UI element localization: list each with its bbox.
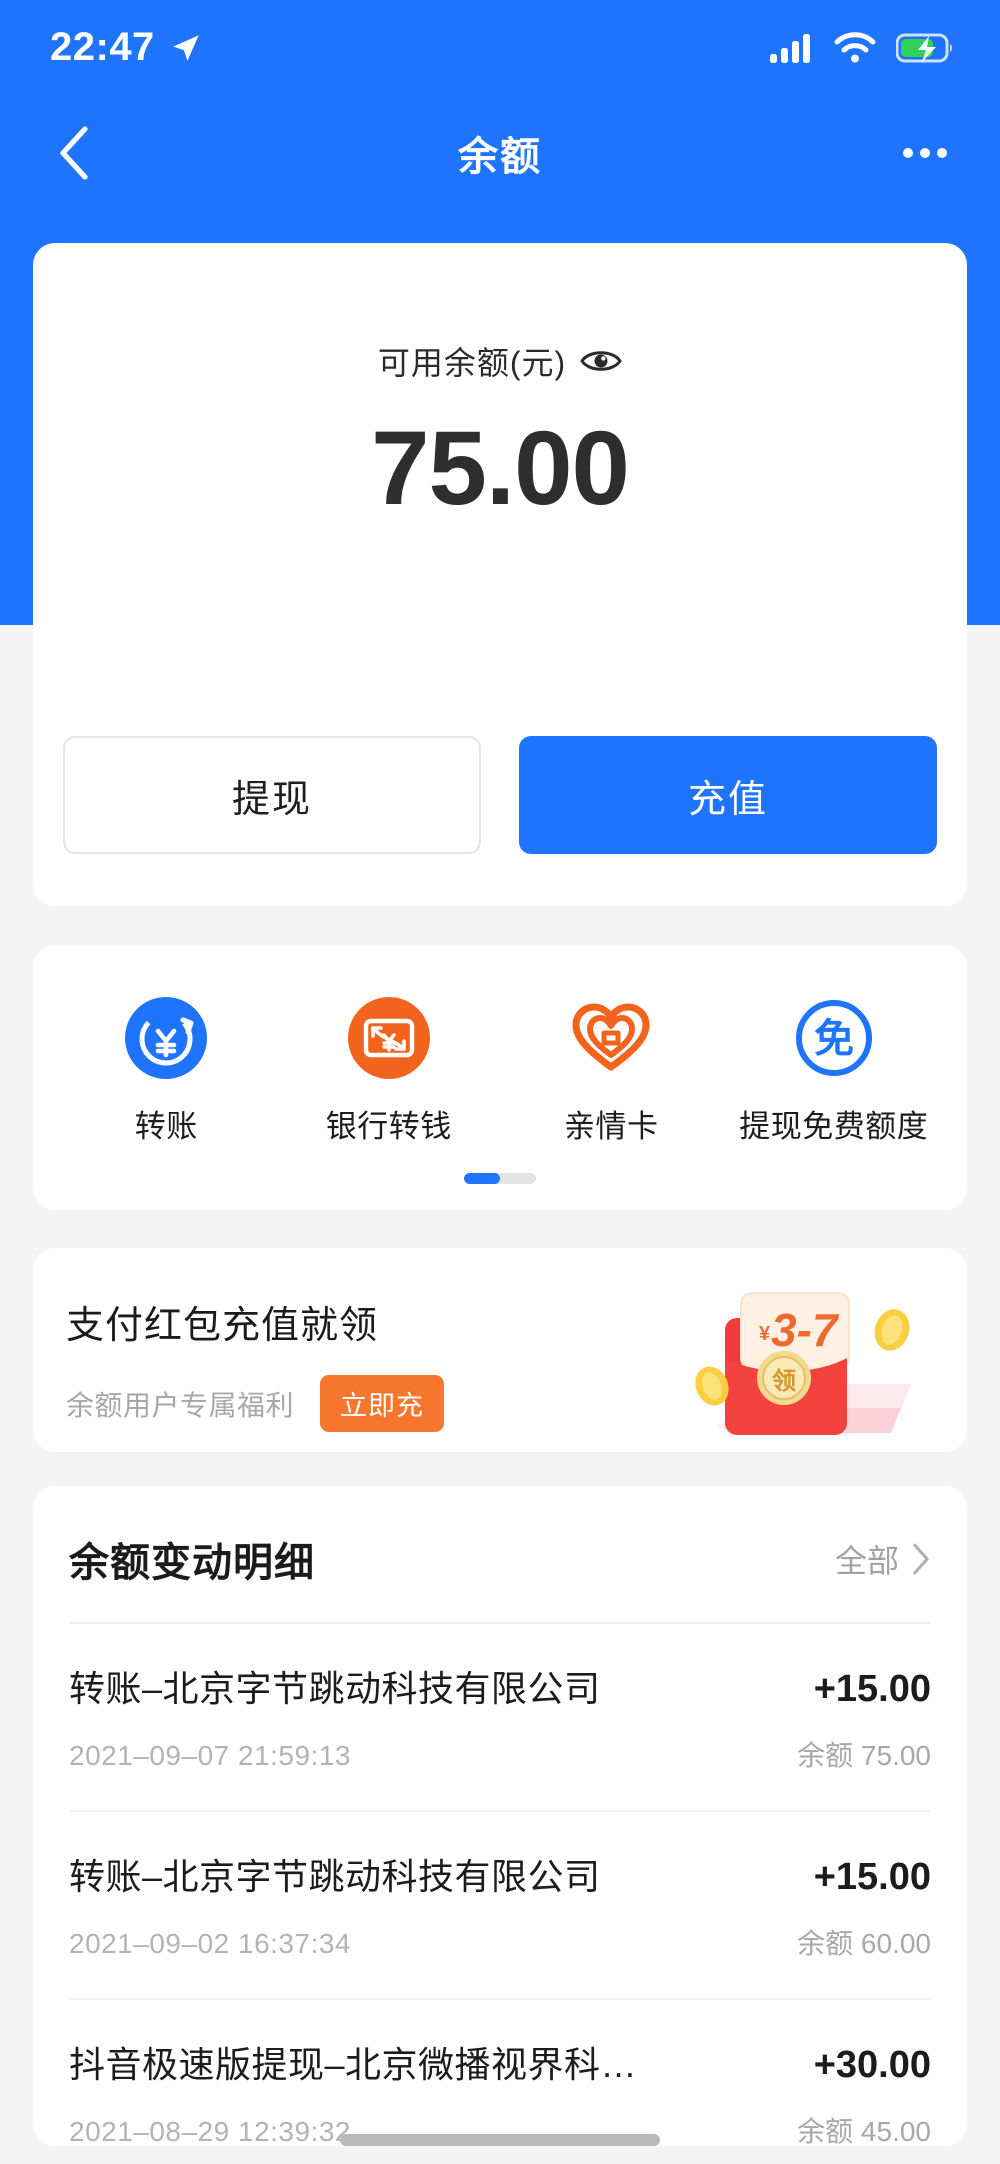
page-title: 余额 bbox=[458, 134, 542, 179]
table-row[interactable]: 抖音极速版提现–北京微播视界科… +30.00 2021–08–29 12:39… bbox=[69, 2000, 931, 2150]
transactions-title: 余额变动明细 bbox=[69, 1541, 315, 1585]
quick-action-free-quota[interactable]: 免 提现免费额度 bbox=[739, 995, 929, 1146]
svg-text:¥: ¥ bbox=[759, 1323, 771, 1345]
pager-active-indicator bbox=[464, 1173, 500, 1184]
transaction-name: 抖音极速版提现–北京微播视界科… bbox=[69, 2044, 638, 2085]
transaction-secondary-line: 2021–09–07 21:59:13 余额 75.00 bbox=[69, 1734, 931, 1774]
promo-subtitle-row: 余额用户专属福利 立即充 bbox=[66, 1375, 445, 1432]
quick-action-label: 银行转钱 bbox=[325, 1109, 452, 1144]
yuan-transfer-circle-icon bbox=[125, 997, 208, 1079]
navigation-bar: 余额 bbox=[0, 105, 1000, 200]
red-envelope-icon: ¥ 3-7 领 bbox=[695, 1292, 911, 1435]
balance-after-value: 45.00 bbox=[860, 2116, 931, 2147]
balance-screen: 22:47 余额 可用余额(元) 75.00 提现 充值 转账 银行转钱 亲情卡… bbox=[0, 0, 1000, 2164]
status-clock: 22:47 bbox=[50, 25, 155, 69]
balance-label-row: 可用余额(元) bbox=[33, 338, 967, 384]
transaction-name: 转账–北京字节跳动科技有限公司 bbox=[69, 1856, 601, 1897]
promo-art-amount: 3-7 bbox=[771, 1304, 840, 1356]
transactions-card: 余额变动明细 全部 转账–北京字节跳动科技有限公司 +15.00 2021–09… bbox=[33, 1486, 967, 2147]
wifi-icon bbox=[834, 31, 876, 62]
chevron-right-icon bbox=[913, 1543, 929, 1575]
promo-text-block: 支付红包充值就领 余额用户专属福利 立即充 bbox=[66, 1294, 445, 1432]
more-horizontal-icon bbox=[937, 147, 947, 158]
balance-after-value: 60.00 bbox=[860, 1928, 931, 1959]
signal-bars-icon bbox=[770, 33, 810, 63]
view-all-button[interactable]: 全部 bbox=[835, 1536, 931, 1582]
quick-action-label: 亲情卡 bbox=[564, 1109, 659, 1144]
status-bar: 22:47 bbox=[0, 0, 1000, 95]
balance-prefix-label: 余额 bbox=[797, 1928, 854, 1959]
transaction-amount: +15.00 bbox=[813, 1856, 931, 1898]
transaction-datetime: 2021–08–29 12:39:32 bbox=[69, 2116, 351, 2147]
battery-charging-icon bbox=[896, 33, 952, 62]
transaction-secondary-line: 2021–09–02 16:37:34 余额 60.00 bbox=[69, 1922, 931, 1962]
eye-visible-icon[interactable] bbox=[580, 346, 622, 376]
transactions-list: 转账–北京字节跳动科技有限公司 +15.00 2021–09–07 21:59:… bbox=[33, 1624, 967, 2150]
quick-action-label: 转账 bbox=[134, 1109, 198, 1144]
back-button[interactable] bbox=[40, 118, 110, 188]
table-row[interactable]: 转账–北京字节跳动科技有限公司 +15.00 2021–09–07 21:59:… bbox=[69, 1624, 931, 1812]
promo-subtitle: 余额用户专属福利 bbox=[66, 1389, 295, 1421]
status-bar-left: 22:47 bbox=[50, 25, 203, 70]
transaction-primary-line: 抖音极速版提现–北京微播视界科… +30.00 bbox=[69, 2036, 931, 2088]
svg-text:领: 领 bbox=[772, 1367, 796, 1395]
balance-prefix-label: 余额 bbox=[797, 2116, 854, 2147]
svg-text:免: 免 bbox=[814, 1017, 854, 1061]
more-horizontal-icon bbox=[920, 147, 930, 158]
location-arrow-icon bbox=[173, 34, 199, 61]
promo-banner-card[interactable]: 支付红包充值就领 余额用户专属福利 立即充 ¥ 3-7 领 bbox=[33, 1248, 967, 1452]
balance-label: 可用余额(元) bbox=[377, 345, 567, 381]
quick-action-bank-transfer[interactable]: 银行转钱 bbox=[294, 995, 484, 1146]
transaction-amount: +30.00 bbox=[813, 2044, 931, 2086]
chevron-left-icon bbox=[60, 125, 88, 180]
balance-card: 可用余额(元) 75.00 提现 充值 bbox=[33, 243, 967, 906]
transaction-primary-line: 转账–北京字节跳动科技有限公司 +15.00 bbox=[69, 1660, 931, 1712]
free-quota-circle-icon: 免 bbox=[795, 1000, 872, 1076]
promo-illustration: ¥ 3-7 领 bbox=[679, 1258, 929, 1448]
balance-amount: 75.00 bbox=[371, 410, 630, 527]
quick-action-label: 提现免费额度 bbox=[739, 1109, 929, 1144]
home-indicator[interactable] bbox=[340, 2134, 660, 2146]
transaction-datetime: 2021–09–07 21:59:13 bbox=[69, 1740, 351, 1771]
pager-track bbox=[464, 1173, 536, 1184]
promo-title: 支付红包充值就领 bbox=[66, 1305, 379, 1347]
table-row[interactable]: 转账–北京字节跳动科技有限公司 +15.00 2021–09–02 16:37:… bbox=[69, 1812, 931, 2000]
quick-action-transfer[interactable]: 转账 bbox=[71, 995, 261, 1146]
balance-actions: 提现 充值 bbox=[33, 736, 967, 854]
carousel-pager[interactable] bbox=[33, 1173, 967, 1184]
transaction-datetime: 2021–09–02 16:37:34 bbox=[69, 1928, 351, 1959]
more-horizontal-icon bbox=[903, 147, 913, 158]
bank-card-exchange-icon bbox=[347, 997, 430, 1079]
withdraw-button[interactable]: 提现 bbox=[63, 736, 481, 854]
more-options-button[interactable] bbox=[890, 118, 960, 188]
transaction-primary-line: 转账–北京字节跳动科技有限公司 +15.00 bbox=[69, 1848, 931, 1900]
transaction-amount: +15.00 bbox=[813, 1668, 931, 1710]
quick-actions-row: 转账 银行转钱 亲情卡 免 提现免费额度 bbox=[33, 945, 967, 1146]
status-bar-right bbox=[770, 31, 954, 64]
transactions-header: 余额变动明细 全部 bbox=[33, 1486, 967, 1588]
transaction-balance-after: 余额 45.00 bbox=[797, 2110, 931, 2150]
transaction-balance-after: 余额 60.00 bbox=[797, 1922, 931, 1962]
balance-prefix-label: 余额 bbox=[797, 1740, 854, 1771]
promo-cta-button[interactable]: 立即充 bbox=[320, 1375, 445, 1432]
transaction-name: 转账–北京字节跳动科技有限公司 bbox=[69, 1668, 601, 1709]
view-all-label: 全部 bbox=[834, 1543, 899, 1579]
heart-family-card-icon bbox=[572, 1003, 650, 1071]
quick-actions-card: 转账 银行转钱 亲情卡 免 提现免费额度 bbox=[33, 945, 967, 1210]
topup-button[interactable]: 充值 bbox=[519, 736, 937, 854]
balance-after-value: 75.00 bbox=[860, 1740, 931, 1771]
transaction-balance-after: 余额 75.00 bbox=[797, 1734, 931, 1774]
quick-action-family-card[interactable]: 亲情卡 bbox=[516, 995, 706, 1146]
